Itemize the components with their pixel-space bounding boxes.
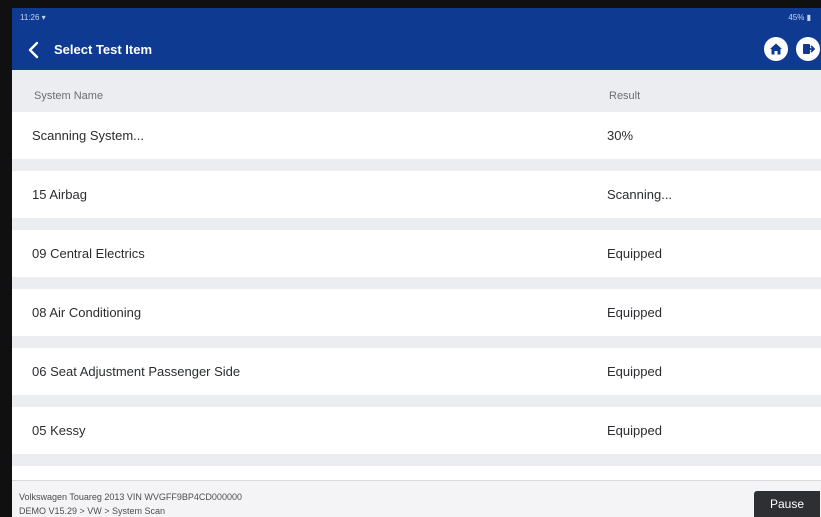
system-name: 06 Seat Adjustment Passenger Side — [32, 364, 241, 379]
table-row[interactable]: Scanning System... 30% — [12, 112, 821, 159]
system-result: 30% — [607, 128, 634, 143]
status-bar: 11:26 ▾ 45% ▮ — [12, 8, 821, 30]
table-row[interactable]: 08 Air Conditioning Equipped — [12, 289, 821, 336]
home-button[interactable] — [764, 37, 788, 61]
system-result: Equipped — [607, 305, 662, 320]
system-name: Scanning System... — [32, 128, 144, 143]
top-navbar: Select Test Item — [12, 30, 821, 70]
back-button[interactable] — [22, 38, 46, 62]
system-name: 15 Airbag — [32, 187, 87, 202]
table-row[interactable]: 09 Central Electrics Equipped — [12, 230, 821, 277]
vehicle-info: Volkswagen Touareg 2013 VIN WVGFF9BP4CD0… — [19, 492, 242, 502]
column-header-result: Result — [609, 90, 641, 102]
system-name: 09 Central Electrics — [32, 246, 145, 261]
page-title: Select Test Item — [54, 42, 153, 57]
column-header-system-name: System Name — [34, 90, 104, 102]
system-name: 05 Kessy — [32, 423, 86, 438]
pause-button[interactable]: Pause — [754, 491, 820, 517]
system-result: Equipped — [607, 246, 662, 261]
table-row[interactable]: 05 Kessy Equipped — [12, 407, 821, 454]
exit-button[interactable] — [796, 37, 820, 61]
app-window: 11:26 ▾ 45% ▮ Select Test Item System Na… — [12, 8, 821, 517]
chevron-left-icon — [28, 41, 39, 59]
system-result: Scanning... — [607, 187, 673, 202]
system-name: 08 Air Conditioning — [32, 305, 142, 320]
table-row[interactable]: 15 Airbag Scanning... — [12, 171, 821, 218]
breadcrumb: DEMO V15.29 > VW > System Scan — [19, 506, 166, 516]
home-icon — [770, 43, 782, 55]
system-result: Equipped — [607, 423, 662, 438]
table-header: System Name Result — [12, 70, 821, 112]
footer-bar: Volkswagen Touareg 2013 VIN WVGFF9BP4CD0… — [12, 480, 821, 517]
table-row-partial — [12, 466, 821, 480]
exit-icon — [803, 44, 815, 54]
table-row[interactable]: 06 Seat Adjustment Passenger Side Equipp… — [12, 348, 821, 395]
system-result: Equipped — [607, 364, 662, 379]
status-battery: 45% ▮ — [788, 13, 811, 22]
status-time: 11:26 ▾ — [20, 13, 46, 22]
